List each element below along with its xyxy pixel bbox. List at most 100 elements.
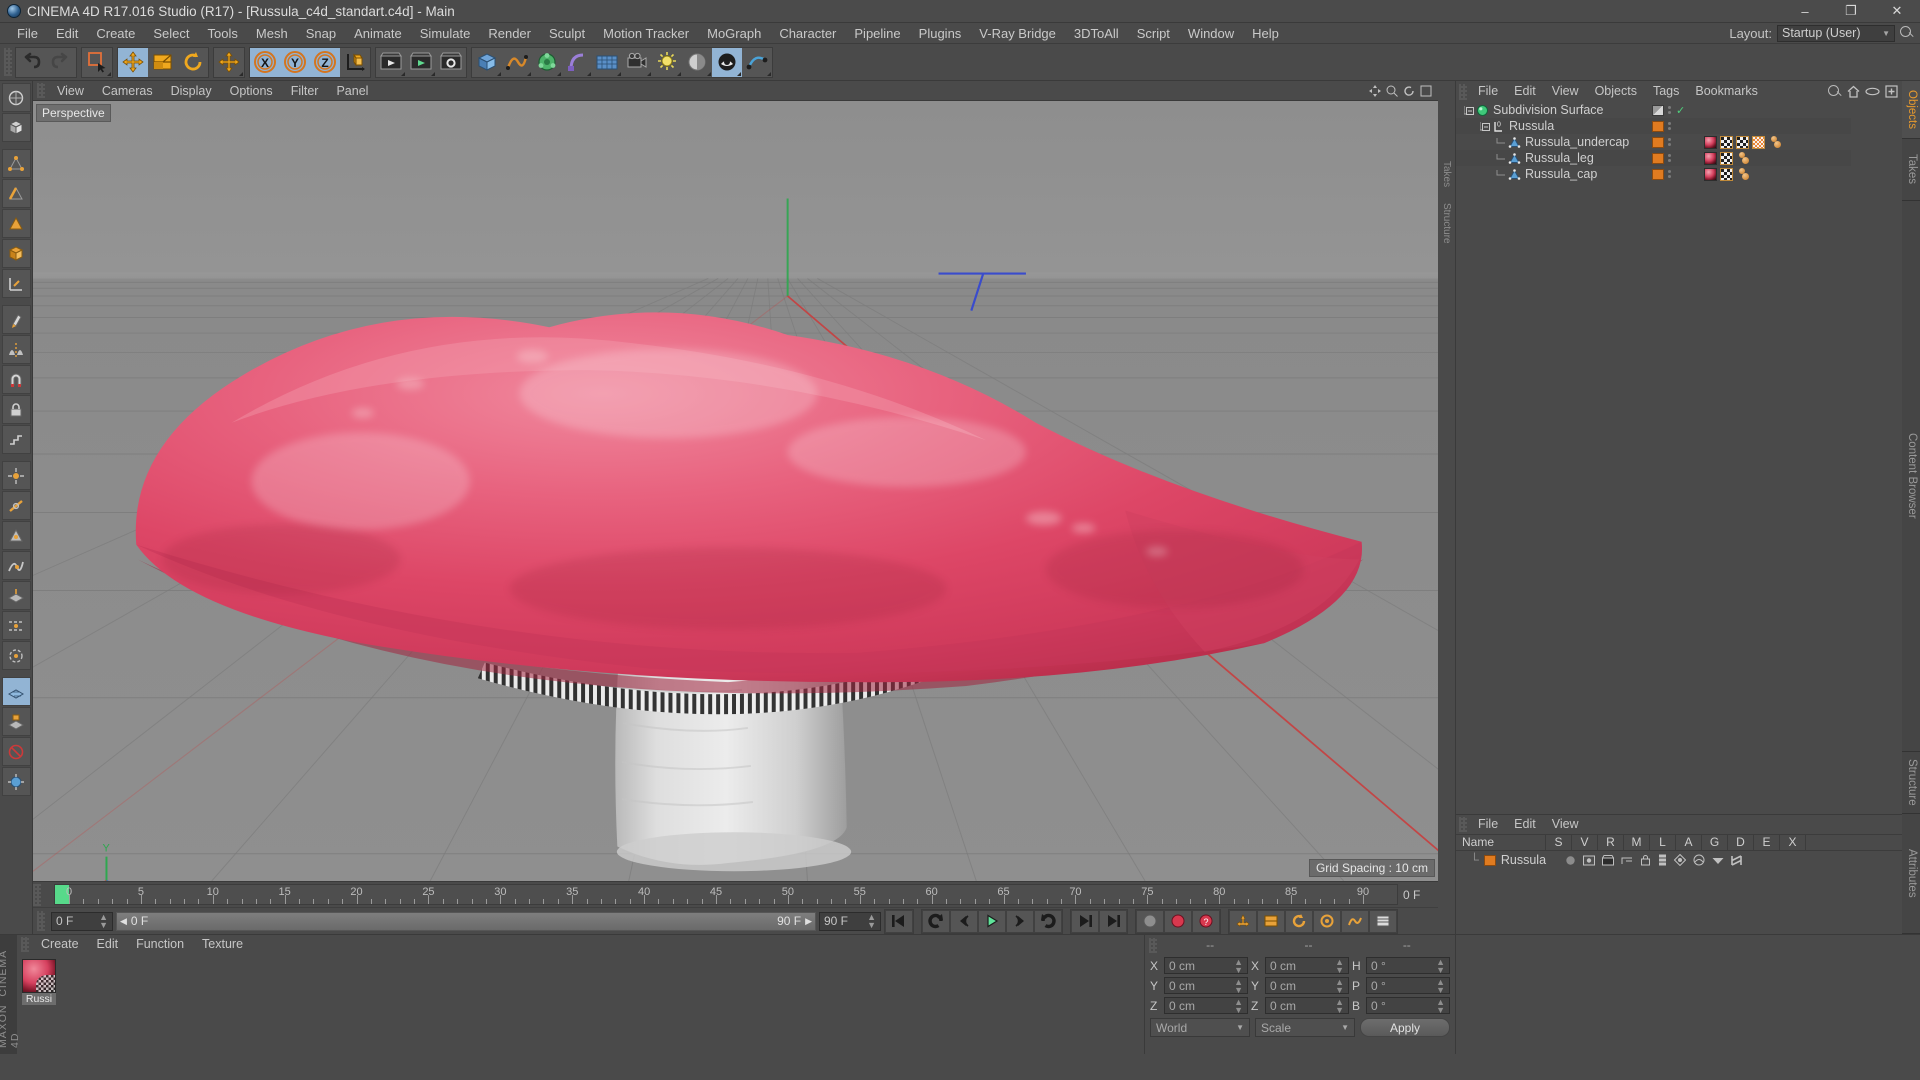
object-color-swatch[interactable] — [1652, 136, 1664, 148]
position-y-field[interactable]: 0 cm ▲ ▼ — [1164, 977, 1248, 994]
current-frame-field[interactable]: 0 F ▲ ▼ — [51, 911, 113, 931]
menu-create[interactable]: Create — [87, 23, 144, 44]
tool-snap-point[interactable] — [1, 461, 31, 490]
transform-mode-dropdown[interactable]: Scale ▼ — [1255, 1018, 1355, 1037]
object-menu-file[interactable]: File — [1470, 81, 1506, 102]
viewport-menu-filter[interactable]: Filter — [282, 81, 328, 101]
coordinate-system-dropdown[interactable]: World ▼ — [1150, 1018, 1250, 1037]
layer-column-d[interactable]: D — [1728, 834, 1754, 851]
expander-collapse-icon[interactable] — [1462, 105, 1476, 116]
material-chip[interactable]: Russi — [22, 959, 56, 1005]
home-icon[interactable] — [1847, 85, 1860, 98]
layer-menu-view[interactable]: View — [1544, 815, 1587, 834]
menu-pipeline[interactable]: Pipeline — [845, 23, 909, 44]
timeline-ruler-bar[interactable]: 0 5 10 15 20 25 30 35 40 45 50 55 60 65 70 75 80 85 90 0 F — [33, 881, 1438, 907]
add-deformer-button[interactable] — [562, 48, 592, 77]
layer-column-x[interactable]: X — [1780, 834, 1806, 851]
object-name[interactable]: Subdivision Surface — [1493, 103, 1603, 117]
timeline-ruler[interactable]: 0 5 10 15 20 25 30 35 40 45 50 55 60 65 70 75 80 85 90 — [54, 884, 1398, 905]
mouse-move-button[interactable] — [214, 48, 244, 77]
goto-end-button[interactable] — [1071, 909, 1099, 933]
layer-column-name[interactable]: Name — [1456, 834, 1546, 851]
object-tree-row[interactable]: Subdivision Surface ✓ — [1456, 102, 1851, 118]
add-layer-icon[interactable] — [1885, 85, 1898, 98]
object-menu-objects[interactable]: Objects — [1587, 81, 1645, 102]
object-tree-row[interactable]: 0 Russula — [1456, 118, 1851, 134]
object-color-swatch[interactable] — [1652, 120, 1664, 132]
tool-pivot[interactable] — [1, 767, 31, 796]
search-icon[interactable] — [1828, 84, 1842, 99]
phong-tag-icon[interactable] — [1768, 135, 1781, 149]
material-tag-icon[interactable] — [1704, 135, 1717, 149]
menu-file[interactable]: File — [8, 23, 47, 44]
eye-icon[interactable] — [1865, 87, 1880, 96]
search-icon[interactable] — [1900, 26, 1914, 40]
render-region-button[interactable] — [406, 48, 436, 77]
range-end-handle-icon[interactable]: ▶ — [805, 916, 812, 927]
spinner-icon[interactable]: ▲ ▼ — [1436, 997, 1445, 1014]
undo-button[interactable] — [16, 48, 46, 77]
keyframe-selection-button[interactable]: ? — [1192, 909, 1220, 933]
object-tree-row[interactable]: Russula_leg — [1456, 150, 1851, 166]
visibility-toggle-dots[interactable] — [1668, 122, 1671, 130]
tool-magnet[interactable] — [1, 365, 31, 394]
menu-simulate[interactable]: Simulate — [411, 23, 480, 44]
perspective-viewport[interactable]: Perspective Grid Spacing : 10 cm Y — [33, 101, 1438, 881]
record-button[interactable] — [1136, 909, 1164, 933]
layer-color-swatch[interactable] — [1483, 854, 1496, 866]
timeline-settings-button[interactable] — [1369, 909, 1397, 933]
material-manager-grip[interactable] — [21, 937, 29, 952]
lock-x-button[interactable]: X — [250, 47, 280, 77]
rotate-icon[interactable] — [1403, 85, 1415, 97]
object-menu-edit[interactable]: Edit — [1506, 81, 1544, 102]
xrefs-icon[interactable] — [1731, 854, 1742, 866]
spinner-icon[interactable]: ▲ ▼ — [1234, 977, 1243, 994]
spinner-icon[interactable]: ▲ ▼ — [1234, 957, 1243, 974]
material-list[interactable]: Russi — [17, 954, 1144, 1054]
scale-tool-button[interactable] — [148, 48, 178, 77]
menu-tools[interactable]: Tools — [199, 23, 247, 44]
side-tab-label[interactable]: Structure — [1441, 203, 1452, 244]
manager-icon[interactable] — [1621, 855, 1633, 866]
layer-column-m[interactable]: M — [1624, 834, 1650, 851]
menu-3dtoall[interactable]: 3DToAll — [1065, 23, 1128, 44]
tool-point-mode[interactable] — [1, 149, 31, 178]
phong-tag-icon[interactable] — [1736, 167, 1749, 181]
play-forward-loop-button[interactable] — [1034, 909, 1062, 933]
add-cube-button[interactable] — [472, 48, 502, 77]
material-tag-icon[interactable] — [1704, 167, 1717, 181]
layer-column-e[interactable]: E — [1754, 834, 1780, 851]
solo-icon[interactable] — [1565, 855, 1576, 866]
layer-menu-file[interactable]: File — [1470, 815, 1506, 834]
menu-render[interactable]: Render — [479, 23, 540, 44]
menu-v-ray-bridge[interactable]: V-Ray Bridge — [970, 23, 1065, 44]
goto-start-button[interactable] — [885, 909, 913, 933]
visibility-toggle-dots[interactable] — [1668, 170, 1671, 178]
spinner-icon[interactable]: ▲ ▼ — [1436, 957, 1445, 974]
menu-mesh[interactable]: Mesh — [247, 23, 297, 44]
position-x-field[interactable]: 0 cm ▲ ▼ — [1164, 957, 1248, 974]
autokey-button[interactable] — [1164, 909, 1192, 933]
spinner-icon[interactable]: ▲ ▼ — [1335, 957, 1344, 974]
tool-rotate-view[interactable] — [1, 83, 31, 112]
tab-takes[interactable]: Takes — [1902, 139, 1920, 201]
menu-character[interactable]: Character — [770, 23, 845, 44]
tool-brush[interactable] — [1, 305, 31, 334]
viewport-menu-panel[interactable]: Panel — [327, 81, 377, 101]
visibility-toggle-dots[interactable] — [1668, 106, 1671, 114]
layer-column-l[interactable]: L — [1650, 834, 1676, 851]
menu-mograph[interactable]: MoGraph — [698, 23, 770, 44]
tool-model-mode[interactable] — [1, 239, 31, 268]
object-name[interactable]: Russula_undercap — [1525, 135, 1629, 149]
viewport-menu-display[interactable]: Display — [162, 81, 221, 101]
layer-row[interactable]: └ Russula — [1456, 851, 1902, 869]
material-tag-icon[interactable] — [1704, 151, 1717, 165]
tool-snap-spline[interactable] — [1, 551, 31, 580]
tool-edge-mode[interactable] — [1, 179, 31, 208]
tab-structure[interactable]: Structure — [1902, 752, 1920, 814]
viewport-menu-cameras[interactable]: Cameras — [93, 81, 162, 101]
object-color-swatch[interactable] — [1652, 168, 1664, 180]
spinner-icon[interactable]: ▲ ▼ — [99, 913, 108, 930]
tool-snap-guide[interactable] — [1, 611, 31, 640]
spinner-icon[interactable]: ▲ ▼ — [867, 913, 876, 930]
